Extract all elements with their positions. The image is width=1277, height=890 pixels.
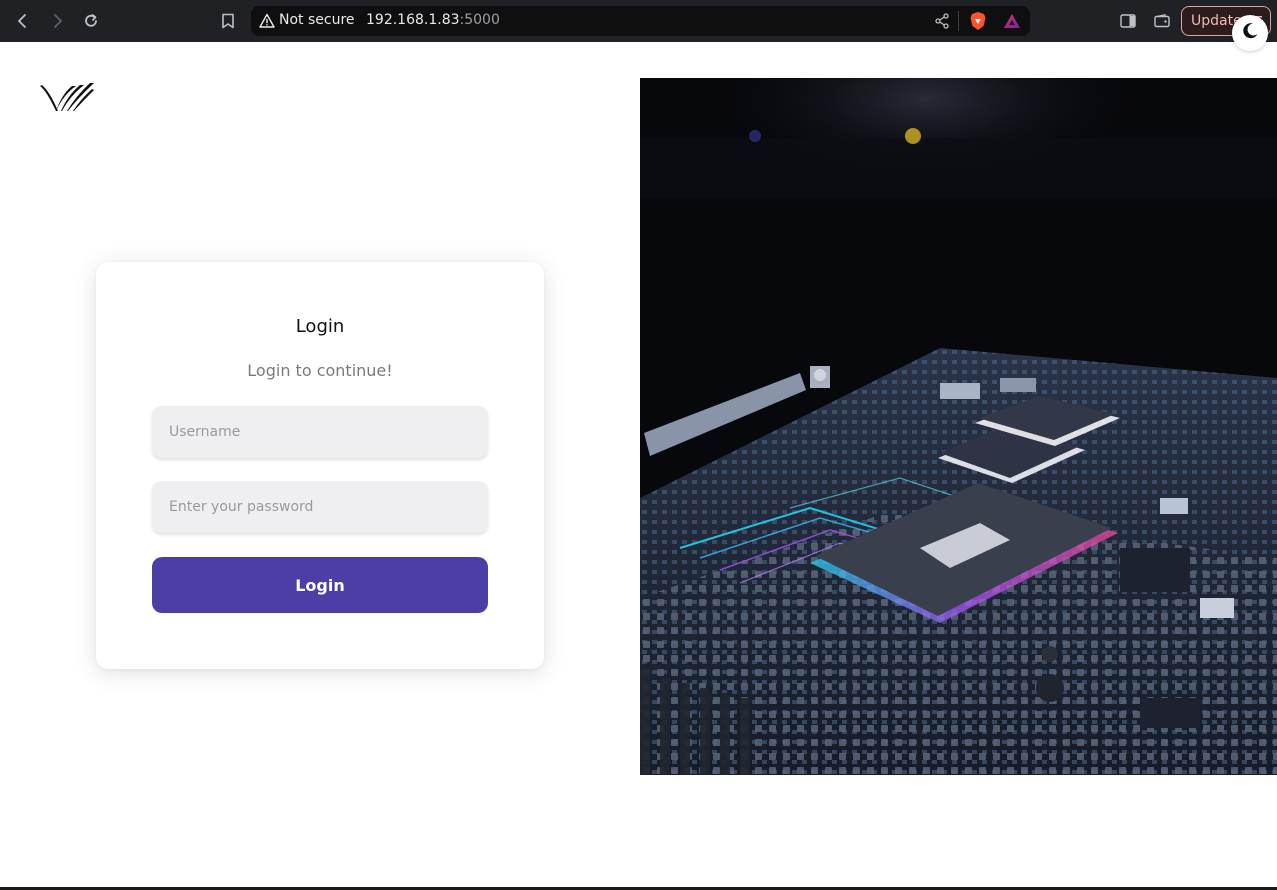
brave-shield-icon[interactable] [969, 11, 987, 35]
forward-icon[interactable] [45, 9, 69, 33]
url-port: :5000 [459, 12, 500, 28]
url-text[interactable]: 192.168.1.83:5000 [366, 12, 500, 28]
login-button[interactable]: Login [152, 557, 488, 613]
brand-logo [38, 80, 96, 114]
circuit-board-illustration [640, 78, 1277, 775]
login-title: Login [295, 316, 345, 337]
password-input[interactable] [152, 481, 488, 533]
browser-toolbar: Not secure 192.168.1.83:5000 Update [0, 0, 1277, 42]
share-icon[interactable] [934, 13, 950, 33]
bookmark-icon[interactable] [216, 9, 240, 33]
back-icon[interactable] [11, 9, 35, 33]
theme-toggle-button[interactable] [1232, 15, 1268, 51]
login-page: Login Login to continue! Login [0, 42, 1277, 888]
address-bar[interactable]: Not secure 192.168.1.83:5000 [251, 6, 1030, 36]
url-host: 192.168.1.83 [366, 12, 460, 28]
moon-icon [1240, 21, 1260, 45]
login-card: Login Login to continue! Login [96, 262, 544, 669]
wallet-icon[interactable] [1150, 9, 1174, 33]
username-input[interactable] [152, 406, 488, 458]
security-status[interactable]: Not secure [279, 12, 355, 28]
brave-rewards-icon[interactable] [1003, 12, 1021, 34]
hero-image [640, 78, 1277, 775]
reload-icon[interactable] [79, 9, 103, 33]
sidebar-toggle-icon[interactable] [1116, 9, 1140, 33]
warning-icon[interactable] [259, 13, 275, 29]
url-divider [958, 11, 959, 31]
login-subtitle: Login to continue! [247, 361, 393, 380]
